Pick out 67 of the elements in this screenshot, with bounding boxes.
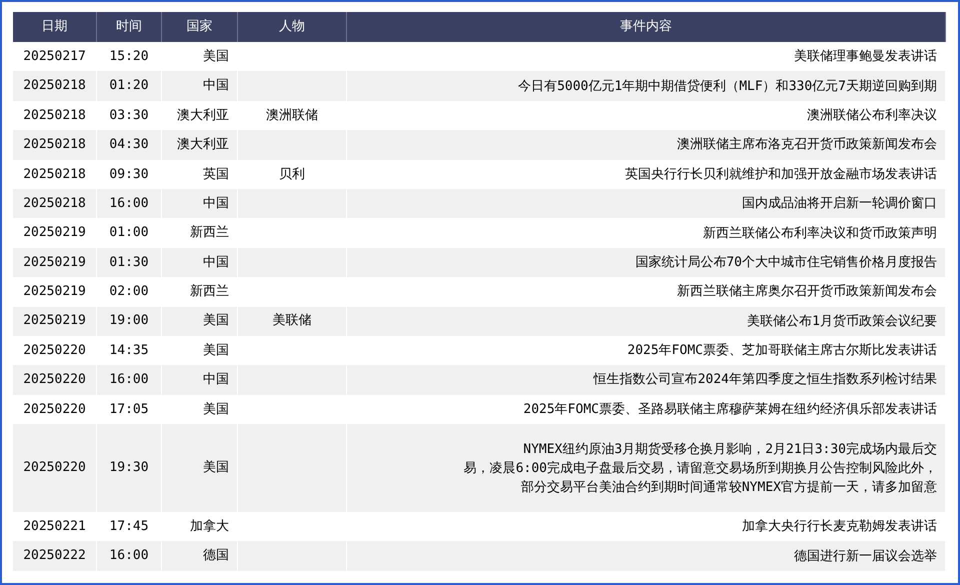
table-cell-text: 19:30 xyxy=(109,459,149,478)
table-cell-text: 贝利 xyxy=(279,166,305,184)
table-cell-text: 09:30 xyxy=(109,166,149,184)
event-text: 德国进行新一届议会选举 xyxy=(794,548,937,566)
table-cell-text: 澳大利亚 xyxy=(177,106,229,125)
event-text: 2025年FOMC票委、芝加哥联储主席古尔斯比发表讲话 xyxy=(627,342,937,360)
table-cell-text: 英国 xyxy=(203,166,229,184)
table-cell-text: 15:20 xyxy=(109,48,149,66)
table-cell-text: 20250220 xyxy=(23,400,86,419)
table-cell-text: 中国 xyxy=(203,77,229,96)
table-cell-text: 01:20 xyxy=(109,77,149,96)
table-cell-text: 20250219 xyxy=(23,254,86,272)
table-cell-text: 20250218 xyxy=(23,77,86,96)
table-cell-text: 20250217 xyxy=(23,48,86,66)
event-text: 美联储理事鲍曼发表讲话 xyxy=(794,48,937,66)
event-text: 恒生指数公司宣布2024年第四季度之恒生指数系列检讨结果 xyxy=(594,371,937,390)
table-cell-text: 20250219 xyxy=(23,283,86,302)
table-cell-text: 16:00 xyxy=(109,547,149,566)
event-text: 国家统计局公布70个大中城市住宅销售价格月度报告 xyxy=(635,254,937,272)
table-cell-text: 加拿大 xyxy=(190,518,229,536)
event-text: 新西兰联储主席奥尔召开货币政策新闻发布会 xyxy=(677,283,937,302)
event-text: 加拿大央行行长麦克勒姆发表讲话 xyxy=(742,518,937,536)
event-text: 澳洲联储公布利率决议 xyxy=(807,106,937,125)
event-text: 2025年FOMC票委、圣路易联储主席穆萨莱姆在纽约经济俱乐部发表讲话 xyxy=(523,400,937,419)
table-cell-text: 美国 xyxy=(203,342,229,360)
table-cell-text: 20250218 xyxy=(23,136,86,154)
table-cell-text: 中国 xyxy=(203,194,229,213)
table-cell-text: 19:00 xyxy=(109,312,149,330)
table-cell-text: 04:30 xyxy=(109,136,149,154)
event-text: 国内成品油将开启新一轮调价窗口 xyxy=(742,195,937,214)
event-text: NYMEX纽约原油3月期货受移仓换月影响，2月21日3:30完成场内最后交 易，凌晨6:00完成电子盘最后交易，请留意交易场所到期换月公告控制风险此外， 部分交易平台美油合约到期时间通常较NYMEX官方提前一天，请多加留意 xyxy=(464,440,937,497)
event-text: 英国央行行长贝利就维护和加强开放金融市场发表讲话 xyxy=(625,166,937,184)
event-text: 今日有5000亿元1年期中期借贷便利（MLF）和330亿元7天期逆回购到期 xyxy=(518,78,937,96)
table-cell-text: 20250222 xyxy=(23,547,86,566)
table-cell-text: 01:30 xyxy=(109,254,149,272)
table-cell-text: 17:05 xyxy=(109,400,149,419)
table-cell-text: 澳洲联储 xyxy=(266,106,318,125)
table-cell-text: 德国 xyxy=(203,547,229,566)
table-cell-text: 20250218 xyxy=(23,166,86,184)
event-text: 新西兰联储公布利率决议和货币政策声明 xyxy=(703,224,937,243)
table-cell-text: 美国 xyxy=(203,400,229,419)
table-cell-text: 14:35 xyxy=(109,342,149,360)
table-cell-text: 中国 xyxy=(203,254,229,272)
table-cell-text: 20250219 xyxy=(23,312,86,330)
table-cell-text: 美国 xyxy=(203,312,229,330)
table-cell-text: 美国 xyxy=(203,48,229,66)
table-cell-text: 美联储 xyxy=(272,312,312,330)
table-cell-text: 20250221 xyxy=(23,518,86,536)
table-cell-text: 美国 xyxy=(203,459,229,478)
table-cell-text: 20250220 xyxy=(23,459,86,478)
table-cell-text: 20250220 xyxy=(23,342,86,360)
event-text: 美联储公布1月货币政策会议纪要 xyxy=(747,312,937,331)
table-cell-text: 20250218 xyxy=(23,194,86,213)
table-cell-text: 20250220 xyxy=(23,371,86,390)
table-cell-text: 20250218 xyxy=(23,106,86,125)
table-cell-text: 中国 xyxy=(203,371,229,390)
table-cell-text: 新西兰 xyxy=(190,224,229,242)
table-cell-text: 17:45 xyxy=(109,518,149,536)
table-cell-text: 新西兰 xyxy=(190,283,229,302)
table-cell-text: 02:00 xyxy=(109,283,149,302)
table-cell-text: 03:30 xyxy=(109,106,149,125)
event-text: 澳洲联储主席布洛克召开货币政策新闻发布会 xyxy=(677,136,937,154)
table-cell-text: 16:00 xyxy=(109,194,149,213)
table-cell-text: 16:00 xyxy=(109,371,149,390)
table-cell-text: 20250219 xyxy=(23,224,86,242)
table-cell-text: 01:00 xyxy=(109,224,149,242)
table-cell-text: 澳大利亚 xyxy=(177,136,229,154)
